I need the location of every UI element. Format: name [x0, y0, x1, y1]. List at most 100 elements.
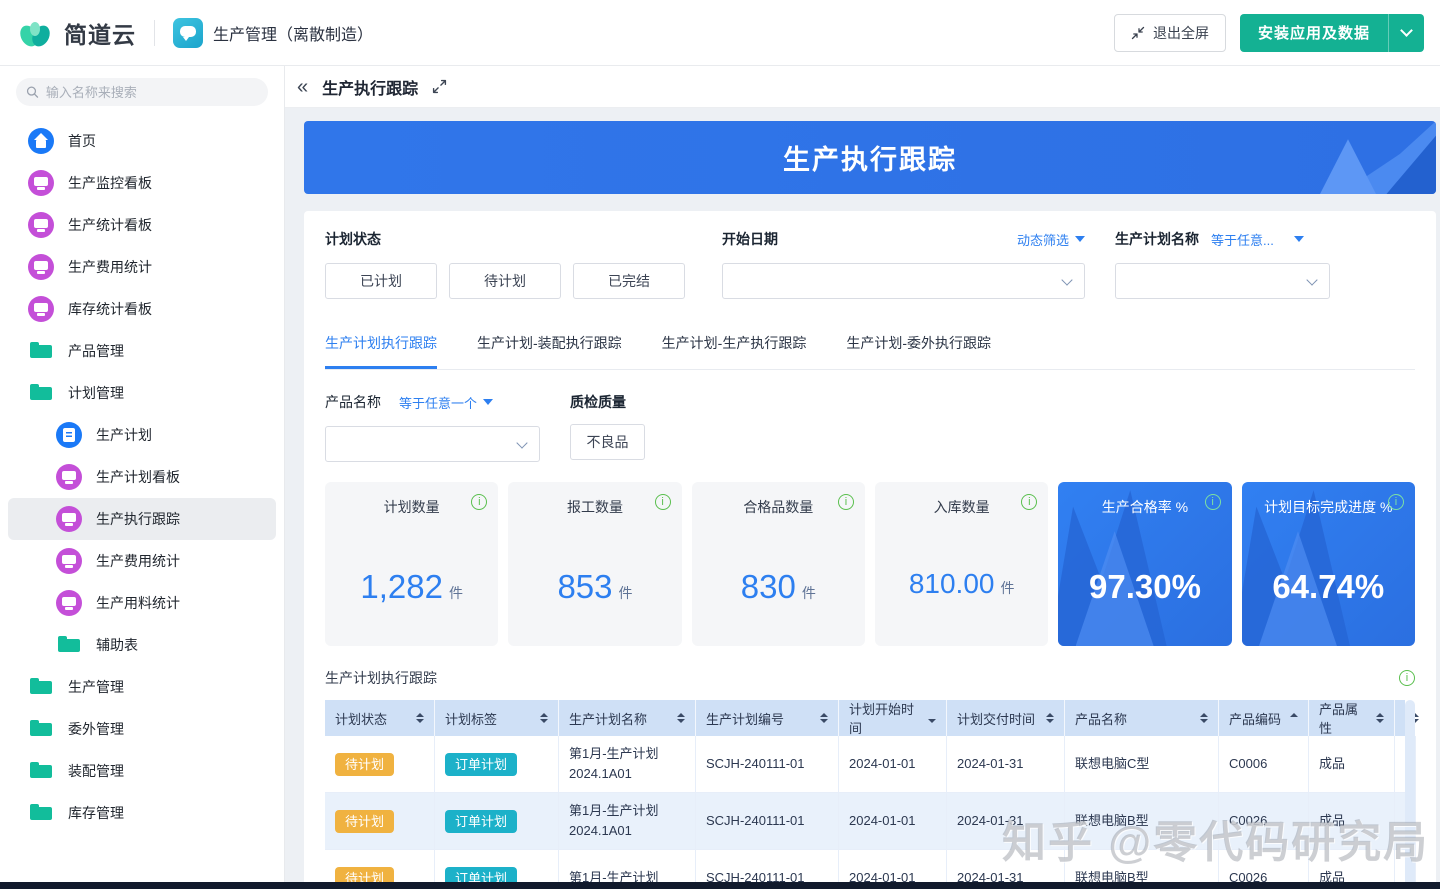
sidebar-item-active[interactable]: 生产执行跟踪	[8, 498, 276, 540]
plan-status-option-button[interactable]: 已计划	[325, 263, 437, 299]
install-app-dropdown-button[interactable]	[1388, 14, 1424, 52]
sidebar-item[interactable]: 生产计划看板	[8, 456, 276, 498]
search-input[interactable]	[46, 85, 258, 100]
dashboard-icon	[56, 506, 82, 532]
stat-unit: 件	[1000, 580, 1014, 596]
deliver-date-cell: 2024-01-31	[947, 736, 1065, 793]
folder-icon	[28, 338, 54, 364]
info-icon[interactable]	[1388, 494, 1404, 510]
tab-production-execution[interactable]: 生产计划-生产执行跟踪	[662, 333, 807, 369]
stat-card-inbound-qty: 入库数量 810.00件	[875, 482, 1048, 646]
sidebar-item[interactable]: 生产监控看板	[8, 162, 276, 204]
stat-value: 97.30%	[1089, 568, 1201, 605]
tag-badge: 订单计划	[445, 753, 517, 776]
sidebar-item[interactable]: 生产计划	[8, 414, 276, 456]
dynamic-filter-link[interactable]: 动态筛选	[1017, 230, 1085, 249]
sort-icon[interactable]	[534, 713, 548, 723]
stat-value: 810.00	[909, 568, 995, 599]
body: 首页 生产监控看板 生产统计看板 生产费用统计 库存统计看板	[0, 66, 1440, 889]
sidebar-item[interactable]: 产品管理	[8, 330, 276, 372]
table-row[interactable]: 待计划 订单计划 第1月-生产计划 2024.1A01 SCJH-240111-…	[325, 793, 1405, 850]
sidebar-item[interactable]: 库存统计看板	[8, 288, 276, 330]
tab-assembly-execution[interactable]: 生产计划-装配执行跟踪	[477, 333, 622, 369]
quality-option-button[interactable]: 不良品	[570, 424, 645, 460]
compress-icon	[1131, 26, 1145, 40]
jiandaoyun-logo[interactable]: 简道云	[16, 16, 136, 50]
chevron-down-icon	[516, 437, 527, 448]
column-header[interactable]: 产品编码	[1219, 700, 1309, 736]
triangle-down-icon	[1294, 236, 1304, 242]
sidebar-item[interactable]: 生产费用统计	[8, 540, 276, 582]
start-date-select[interactable]	[722, 263, 1085, 299]
table-header: 计划状态 计划标签 生产计划名称 生产计划编号 计划开始时间 计划交付时间 产品…	[325, 700, 1405, 736]
sidebar-item-label: 生产监控看板	[68, 173, 152, 193]
info-icon[interactable]	[1399, 670, 1415, 686]
info-icon[interactable]	[838, 494, 854, 510]
sort-icon[interactable]	[1040, 713, 1054, 723]
sidebar-item-label: 生产计划	[96, 425, 152, 445]
exit-fullscreen-label: 退出全屏	[1153, 23, 1209, 43]
dashboard-icon	[28, 296, 54, 322]
sidebar-item[interactable]: 生产费用统计	[8, 246, 276, 288]
logo-text: 简道云	[64, 16, 136, 50]
sort-icon[interactable]	[410, 713, 424, 723]
column-header[interactable]: 生产计划名称	[559, 700, 696, 736]
sidebar-item[interactable]: 生产管理	[8, 666, 276, 708]
product-name-condition-link[interactable]: 等于任意一个	[399, 393, 493, 412]
dashboard-icon	[28, 212, 54, 238]
product-name-select[interactable]	[325, 426, 540, 462]
report-tabs: 生产计划执行跟踪 生产计划-装配执行跟踪 生产计划-生产执行跟踪 生产计划-委外…	[325, 333, 1415, 370]
column-header[interactable]: 产品属性	[1309, 700, 1395, 736]
sidebar-item-label: 库存统计看板	[68, 299, 152, 319]
sidebar-item[interactable]: 计划管理	[8, 372, 276, 414]
sort-icon[interactable]	[922, 713, 936, 723]
tab-outsourcing-execution[interactable]: 生产计划-委外执行跟踪	[846, 333, 991, 369]
sidebar-item-label: 生产计划看板	[96, 467, 180, 487]
sidebar-item[interactable]: 生产统计看板	[8, 204, 276, 246]
column-header[interactable]: 产品名称	[1065, 700, 1219, 736]
dashboard-icon	[28, 170, 54, 196]
sort-icon[interactable]	[671, 713, 685, 723]
plan-name-select[interactable]	[1115, 263, 1330, 299]
sidebar-item[interactable]: 装配管理	[8, 750, 276, 792]
folder-icon	[56, 632, 82, 658]
sidebar-item-label: 生产管理	[68, 677, 124, 697]
header-divider	[154, 20, 155, 46]
column-header[interactable]: 计划开始时间	[839, 700, 947, 736]
sort-icon[interactable]	[1284, 713, 1298, 723]
sidebar-item[interactable]: 辅助表	[8, 624, 276, 666]
sidebar-search	[16, 78, 268, 106]
folder-icon	[28, 674, 54, 700]
triangle-down-icon	[1075, 236, 1085, 242]
sidebar-item-label: 辅助表	[96, 635, 138, 655]
sidebar-nav: 首页 生产监控看板 生产统计看板 生产费用统计 库存统计看板	[0, 120, 284, 834]
stat-value: 64.74%	[1272, 568, 1384, 605]
sort-icon[interactable]	[1370, 713, 1384, 723]
exit-fullscreen-button[interactable]: 退出全屏	[1114, 14, 1226, 52]
sidebar-item[interactable]: 委外管理	[8, 708, 276, 750]
sort-icon[interactable]	[814, 713, 828, 723]
info-icon[interactable]	[1205, 494, 1221, 510]
column-header[interactable]: 生产计划编号	[696, 700, 839, 736]
table-row[interactable]: 待计划 订单计划 第1月-生产计划 2024.1A01 SCJH-240111-…	[325, 736, 1405, 793]
sort-icon[interactable]	[1194, 713, 1208, 723]
tab-plan-execution[interactable]: 生产计划执行跟踪	[325, 333, 437, 369]
page-toolbar: « 生产执行跟踪	[285, 66, 1440, 108]
column-header[interactable]: 计划状态	[325, 700, 435, 736]
table-scrollbar[interactable]	[1405, 700, 1415, 889]
column-header[interactable]: 计划标签	[435, 700, 559, 736]
product-name-filter: 产品名称 等于任意一个	[325, 392, 540, 462]
stat-card-planned-qty: 计划数量 1,282件	[325, 482, 498, 646]
plan-name-condition-link[interactable]: 等于任意...	[1211, 230, 1304, 249]
install-app-button[interactable]: 安装应用及数据	[1240, 14, 1388, 52]
sidebar-item-home[interactable]: 首页	[8, 120, 276, 162]
info-icon[interactable]	[655, 494, 671, 510]
stat-value: 830	[741, 568, 796, 605]
plan-status-option-button[interactable]: 已完结	[573, 263, 685, 299]
fullscreen-expand-icon[interactable]	[432, 79, 447, 94]
sidebar-item[interactable]: 库存管理	[8, 792, 276, 834]
plan-status-option-button[interactable]: 待计划	[449, 263, 561, 299]
collapse-sidebar-icon[interactable]: «	[293, 75, 312, 99]
column-header[interactable]: 计划交付时间	[947, 700, 1065, 736]
sidebar-item[interactable]: 生产用料统计	[8, 582, 276, 624]
